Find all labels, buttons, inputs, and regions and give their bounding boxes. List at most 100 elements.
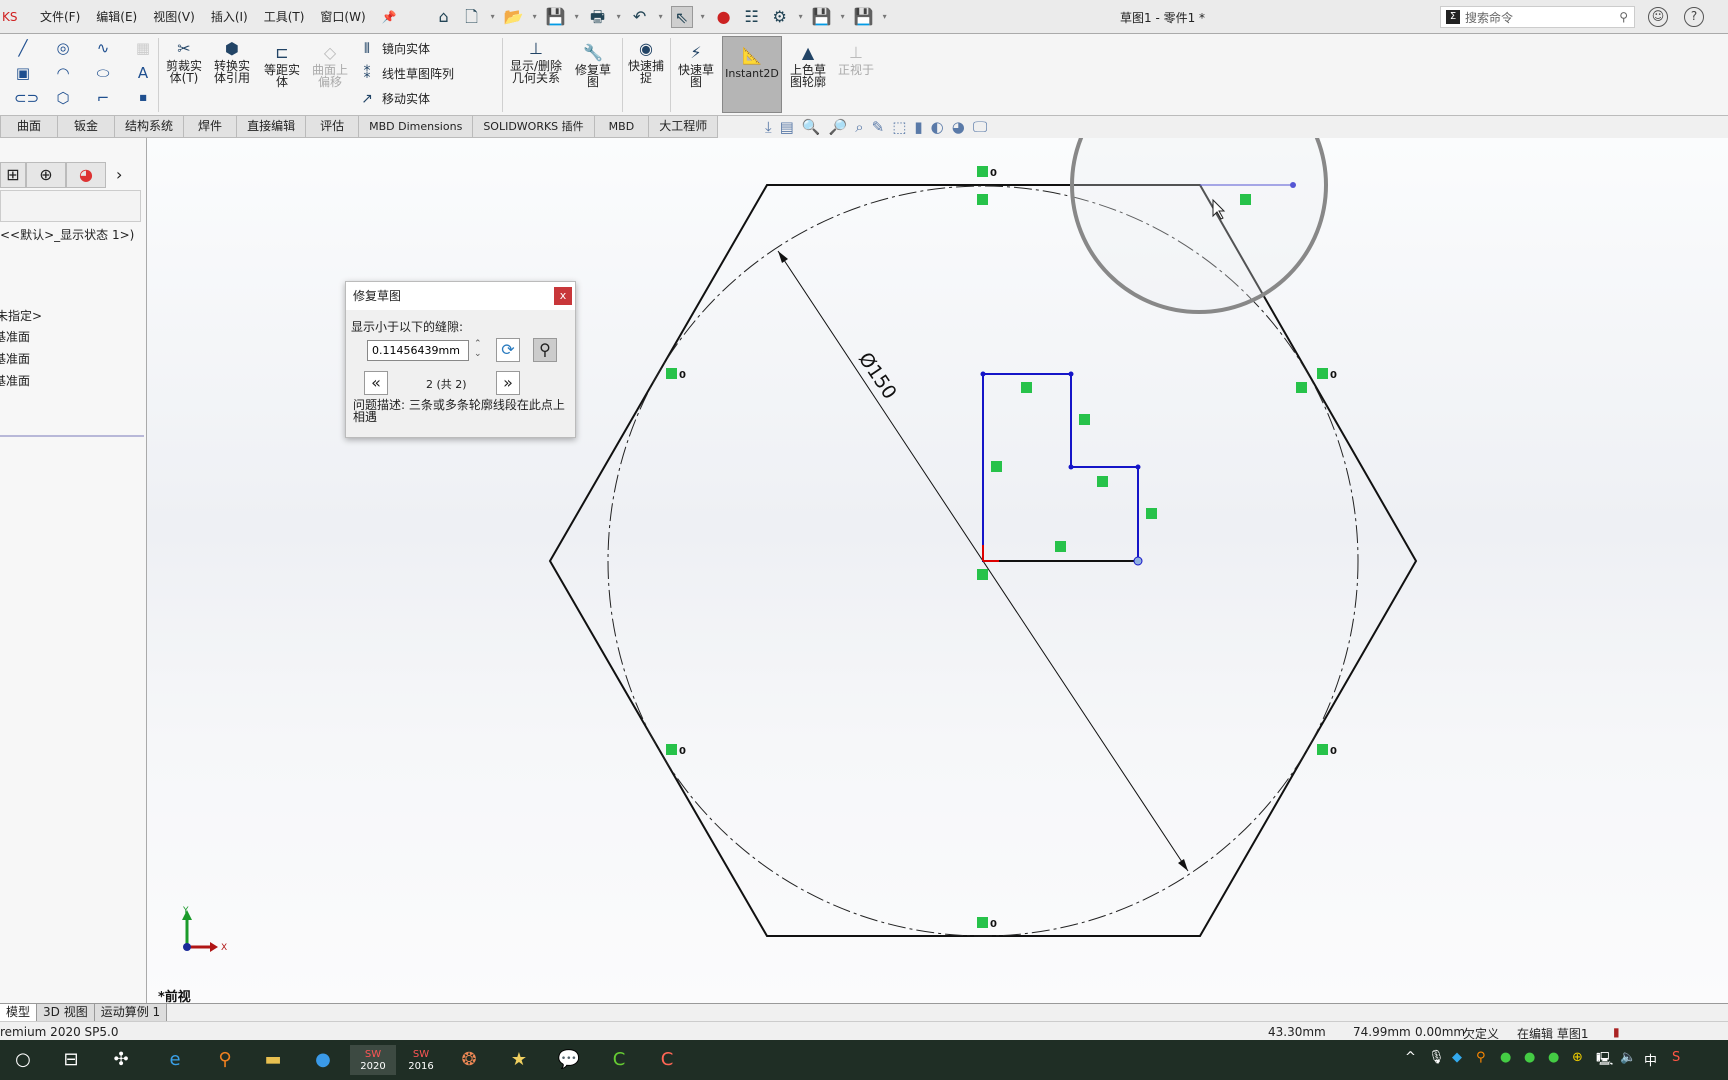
sogou-icon[interactable]: S [1672, 1050, 1680, 1065]
plane-icon[interactable]: ▦ [134, 39, 152, 57]
hide-show-icon[interactable]: ◐ [931, 118, 944, 136]
chevron-down-icon[interactable]: ▾ [657, 6, 665, 28]
graphics-area[interactable]: Ø150 0 0 0 0 0 0 Y X *前视 [147, 138, 1728, 1003]
filter-box[interactable] [0, 190, 141, 222]
tree-material[interactable]: 未指定> [0, 307, 42, 324]
help-icon[interactable]: ? [1684, 7, 1704, 27]
tab-sheet-metal[interactable]: 钣金 [57, 116, 116, 138]
menu-edit[interactable]: 编辑(E) [96, 8, 137, 25]
line-icon[interactable]: ╱ [14, 39, 32, 57]
microphone-icon[interactable]: 🎙 [1428, 1050, 1445, 1065]
mirror-entities-button[interactable]: ⫴ 镜向实体 [358, 40, 430, 57]
save-icon[interactable]: 💾 [545, 6, 567, 28]
repair-sketch-button[interactable]: 🔧 修复草图 [572, 44, 614, 89]
l-shape-sketch[interactable] [982, 373, 1139, 562]
chevron-down-icon[interactable]: ▾ [615, 6, 623, 28]
arc-icon[interactable]: ◠ [54, 64, 72, 82]
polygon-icon[interactable]: ⬡ [54, 89, 72, 107]
linear-pattern-button[interactable]: ⁑ 线性草图阵列 [358, 65, 455, 82]
camtasia-red-icon[interactable]: C [650, 1045, 684, 1075]
rebuild-icon[interactable]: ▮ [1613, 1025, 1620, 1039]
menu-view[interactable]: 视图(V) [153, 8, 195, 25]
tab-model[interactable]: 模型 [0, 1004, 38, 1022]
menu-window[interactable]: 窗口(W) [320, 8, 365, 25]
rapid-sketch-button[interactable]: ⚡ 快速草图 [674, 44, 718, 89]
rectangle-icon[interactable]: ▣ [14, 64, 32, 82]
previous-view-icon[interactable]: ⌕ [855, 118, 863, 136]
solidworks-2016-icon[interactable]: SW 2016 [404, 1045, 438, 1075]
tray-app-icon[interactable]: ◆ [1452, 1050, 1462, 1065]
new-file-icon[interactable]: 🗋 [461, 6, 483, 28]
tree-front-plane[interactable]: 基准面 [0, 328, 30, 345]
volume-icon[interactable]: 🔈 [1620, 1050, 1636, 1065]
ime-indicator[interactable]: 中 [1644, 1050, 1657, 1069]
cortana-icon[interactable]: ○ [6, 1045, 40, 1075]
previous-button[interactable]: « [364, 371, 388, 395]
tray-plus-icon[interactable]: ⊕ [1572, 1050, 1583, 1065]
solidworks-2020-icon[interactable]: SW 2020 [350, 1045, 396, 1075]
tab-motion-study[interactable]: 运动算例 1 [94, 1004, 168, 1022]
magnifier-lens[interactable] [1070, 138, 1328, 314]
search-app-icon[interactable]: ⚲ [208, 1045, 242, 1075]
close-button[interactable]: x [554, 287, 572, 305]
trim-entities-button[interactable]: ✂ 剪裁实体(T) [162, 40, 206, 85]
search-commands[interactable]: Σ 搜索命令 ⚲ [1440, 6, 1635, 28]
wechat-icon[interactable]: 💬 [552, 1045, 586, 1075]
pin-icon[interactable]: 📌 [382, 10, 397, 24]
home-icon[interactable]: ⌂ [433, 6, 455, 28]
chat-app-icon[interactable]: ● [306, 1045, 340, 1075]
dynamic-annotation-icon[interactable]: ✎ [872, 118, 885, 136]
offset-entities-button[interactable]: ⊏ 等距实体 [260, 44, 304, 89]
tray-search-icon[interactable]: ⚲ [1476, 1050, 1486, 1065]
wechat-tray-icon[interactable]: ● [1500, 1050, 1511, 1065]
tree-display-state[interactable]: <<默认>_显示状态 1>) [0, 226, 134, 243]
chevron-right-icon[interactable]: › [116, 162, 122, 188]
move-entities-button[interactable]: ↗ 移动实体 [358, 90, 430, 107]
rollback-bar[interactable] [0, 435, 144, 437]
color-app-icon[interactable]: ❂ [452, 1045, 486, 1075]
display-relations-button[interactable]: ⊥ 显示/删除几何关系 [506, 40, 566, 85]
chevron-down-icon[interactable]: ▾ [797, 6, 805, 28]
tab-solidworks-addins[interactable]: SOLIDWORKS 插件 [472, 116, 595, 138]
circle-icon[interactable]: ◎ [54, 39, 72, 57]
tab-evaluate[interactable]: 评估 [305, 116, 360, 138]
section-view-icon[interactable]: ▤ [780, 118, 794, 136]
menu-file[interactable]: 文件(F) [40, 8, 80, 25]
instant2d-button[interactable]: 📐 Instant2D [722, 36, 782, 113]
display-manager-icon[interactable]: ◕ [66, 162, 106, 188]
tab-direct-editing[interactable]: 直接编辑 [236, 116, 307, 138]
save-icon[interactable]: 💾 [811, 6, 833, 28]
chevron-down-icon[interactable]: ▾ [531, 6, 539, 28]
next-button[interactable]: » [496, 371, 520, 395]
tab-weldments[interactable]: 焊件 [183, 116, 238, 138]
tab-structure-system[interactable]: 结构系统 [114, 116, 185, 138]
tray-expand-icon[interactable]: ^ [1405, 1050, 1416, 1065]
spin-stepper-icon[interactable]: ⌃ ⌄ [474, 339, 482, 359]
sketch-canvas[interactable]: Ø150 0 0 0 0 0 0 Y X *前视 [147, 138, 1728, 1003]
rebuild-traffic-light-icon[interactable]: ● [713, 6, 735, 28]
view-orientation-icon[interactable]: ⬚ [892, 118, 906, 136]
convert-entities-button[interactable]: ⬢ 转换实体引用 [210, 40, 254, 85]
wechat-tray-icon[interactable]: ● [1524, 1050, 1535, 1065]
save-icon[interactable]: 💾 [853, 6, 875, 28]
open-icon[interactable]: 📂 [503, 6, 525, 28]
search-icon[interactable]: ⚲ [1619, 10, 1628, 24]
dimxpert-icon[interactable]: ⊕ [26, 162, 66, 188]
chevron-down-icon[interactable]: ▾ [881, 6, 889, 28]
task-view-icon[interactable]: ⊟ [54, 1045, 88, 1075]
tab-3d-views[interactable]: 3D 视图 [37, 1004, 95, 1022]
tab-engineer[interactable]: 大工程师 [648, 116, 719, 138]
zoom-to-fit-icon[interactable]: 🔍 [802, 118, 821, 136]
chevron-down-icon[interactable]: ▾ [489, 6, 497, 28]
chevron-down-icon[interactable]: ▾ [573, 6, 581, 28]
refresh-button[interactable]: ⟳ [496, 338, 520, 362]
tab-surfaces[interactable]: 曲面 [0, 116, 59, 138]
options-gear-icon[interactable]: ⚙ [769, 6, 791, 28]
slot-icon[interactable]: ⊂⊃ [14, 89, 39, 107]
user-icon[interactable]: ☺ [1648, 7, 1668, 27]
ellipse-icon[interactable]: ⬭ [94, 64, 112, 82]
tab-mbd-dimensions[interactable]: MBD Dimensions [358, 116, 474, 138]
text-icon[interactable]: A [134, 64, 152, 82]
shaded-contours-button[interactable]: ▲ 上色草图轮廓 [786, 44, 830, 89]
surface-offset-button[interactable]: ◇ 曲面上偏移 [308, 44, 352, 89]
